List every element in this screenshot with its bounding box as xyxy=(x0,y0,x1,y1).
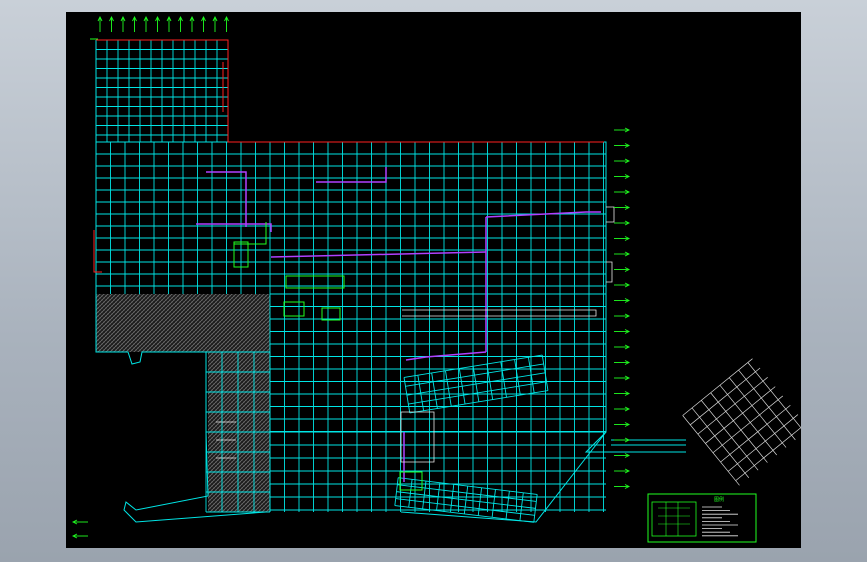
cad-viewer: 图例 xyxy=(0,0,867,562)
floor-plan-drawing: 图例 xyxy=(71,15,801,543)
structural-grid-east-annex xyxy=(611,358,801,486)
north-arrow-icon xyxy=(90,15,229,40)
structural-grid-main xyxy=(95,141,606,432)
drawing-canvas[interactable]: 图例 xyxy=(66,12,801,548)
property-boundary xyxy=(93,39,604,273)
hatched-zone-west xyxy=(96,294,270,512)
legend-title: 图例 xyxy=(714,496,724,503)
building-outline xyxy=(95,39,686,523)
structural-grid-north-wing xyxy=(95,39,229,142)
title-block-icon: 图例 xyxy=(647,493,757,543)
